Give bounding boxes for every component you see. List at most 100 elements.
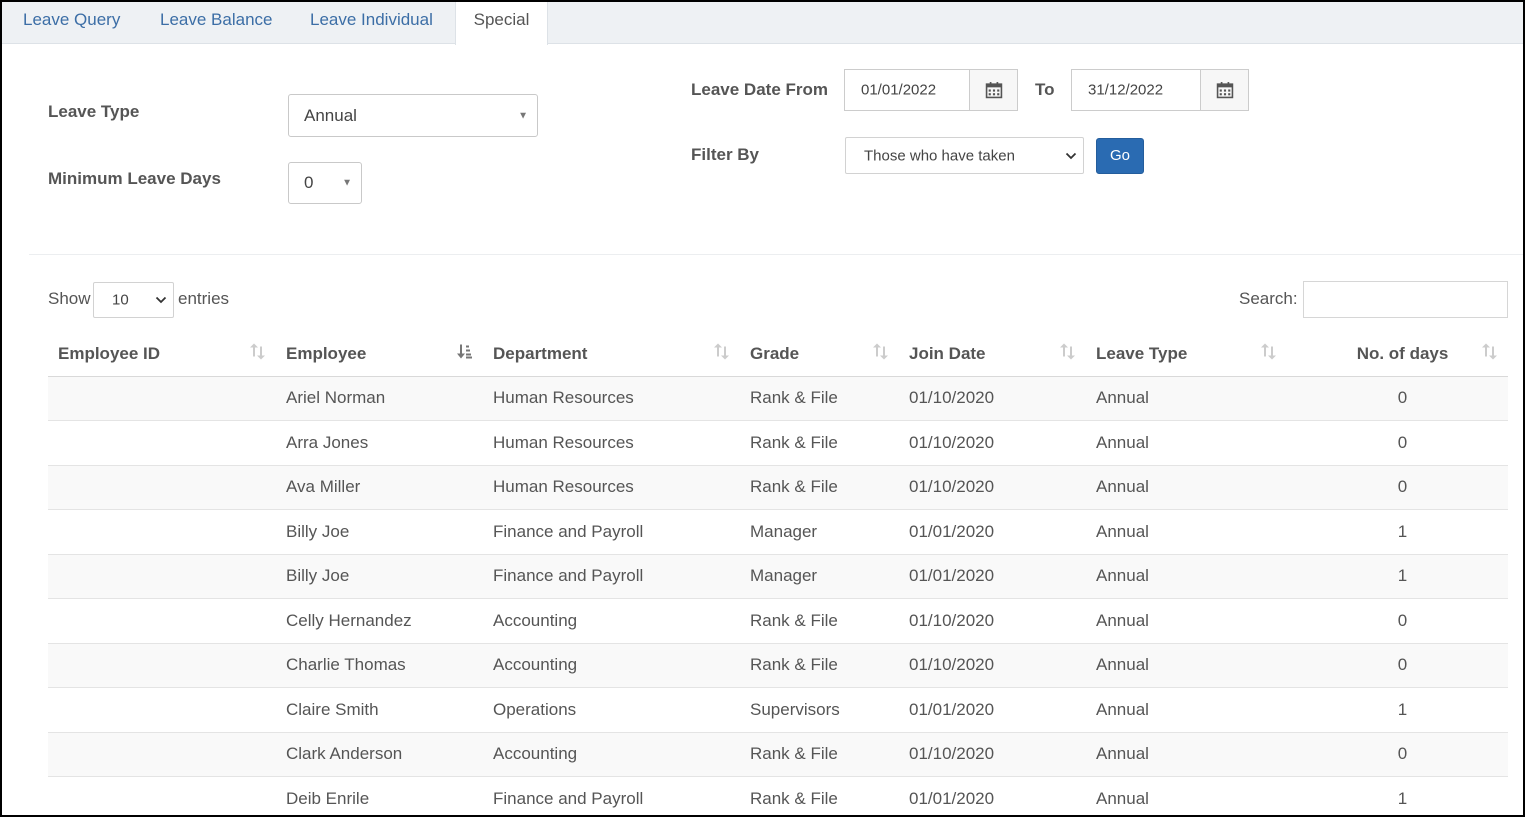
cell-no-of-days: 1 [1297, 509, 1508, 555]
cell-employee-id [48, 465, 276, 510]
col-header-employee[interactable]: Employee [276, 333, 483, 377]
cell-employee: Billy Joe [276, 509, 483, 555]
col-header-grade[interactable]: Grade [740, 333, 899, 377]
col-header-label: No. of days [1356, 344, 1449, 364]
cell-join-date: 01/10/2020 [899, 598, 1086, 644]
cell-grade: Rank & File [740, 465, 899, 510]
min-leave-days-value: 0 [304, 173, 314, 192]
sort-icon [873, 343, 889, 365]
cell-employee-id [48, 643, 276, 688]
date-to-label: To [1035, 80, 1055, 99]
col-header-label: Leave Type [1096, 344, 1188, 364]
cell-grade: Rank & File [740, 643, 899, 688]
date-from-calendar-button[interactable] [969, 69, 1018, 111]
cell-department: Accounting [483, 643, 740, 688]
col-header-label: Employee [286, 344, 367, 364]
sort-icon [714, 343, 730, 365]
search-input[interactable] [1303, 281, 1508, 318]
cell-leave-type: Annual [1086, 687, 1297, 733]
cell-no-of-days: 0 [1297, 420, 1508, 466]
sort-icon [250, 343, 266, 365]
cell-grade: Rank & File [740, 732, 899, 777]
table-row: Clark Anderson Accounting Rank & File 01… [48, 732, 1508, 777]
cell-grade: Rank & File [740, 776, 899, 815]
cell-employee: Celly Hernandez [276, 598, 483, 644]
table-row: Billy Joe Finance and Payroll Manager 01… [48, 554, 1508, 599]
leave-type-select[interactable]: Annual ▼ [288, 94, 538, 137]
col-header-label: Grade [750, 344, 800, 364]
sort-icon [1482, 343, 1498, 365]
leave-date-from-label: Leave Date From [691, 80, 828, 99]
cell-grade: Supervisors [740, 687, 899, 733]
cell-no-of-days: 0 [1297, 598, 1508, 644]
leave-type-label: Leave Type [48, 102, 140, 121]
section-divider [29, 254, 1523, 255]
cell-employee-id [48, 554, 276, 599]
cell-leave-type: Annual [1086, 776, 1297, 815]
cell-department: Human Resources [483, 376, 740, 421]
cell-join-date: 01/10/2020 [899, 643, 1086, 688]
calendar-icon [985, 82, 1002, 99]
cell-employee: Charlie Thomas [276, 643, 483, 688]
caret-down-icon: ▼ [518, 110, 528, 121]
cell-leave-type: Annual [1086, 598, 1297, 644]
employee-leave-table: Employee ID Employee Department Grade Jo… [48, 333, 1508, 815]
table-row: Claire Smith Operations Supervisors 01/0… [48, 687, 1508, 733]
date-from-input[interactable]: 01/01/2022 [844, 69, 970, 111]
col-header-join-date[interactable]: Join Date [899, 333, 1086, 377]
cell-no-of-days: 1 [1297, 554, 1508, 599]
col-header-label: Employee ID [58, 344, 161, 364]
filter-by-value: Those who have taken [864, 147, 1015, 164]
cell-employee: Deib Enrile [276, 776, 483, 815]
col-header-no-of-days[interactable]: No. of days [1297, 333, 1508, 377]
cell-no-of-days: 0 [1297, 643, 1508, 688]
tab-leave-query[interactable]: Leave Query [23, 2, 120, 44]
tab-bar: Leave Query Leave Balance Leave Individu… [2, 2, 1523, 45]
page-frame: Leave Query Leave Balance Leave Individu… [2, 2, 1523, 815]
tab-leave-balance[interactable]: Leave Balance [160, 2, 272, 44]
cell-employee: Ariel Norman [276, 376, 483, 421]
entries-select[interactable]: 10 [93, 282, 174, 318]
cell-employee: Clark Anderson [276, 732, 483, 777]
date-to-calendar-button[interactable] [1200, 69, 1249, 111]
col-header-department[interactable]: Department [483, 333, 740, 377]
table-row: Ariel Norman Human Resources Rank & File… [48, 376, 1508, 421]
cell-leave-type: Annual [1086, 643, 1297, 688]
table-row: Charlie Thomas Accounting Rank & File 01… [48, 643, 1508, 688]
cell-leave-type: Annual [1086, 554, 1297, 599]
min-leave-days-label: Minimum Leave Days [48, 169, 221, 188]
tab-leave-individual[interactable]: Leave Individual [310, 2, 433, 44]
cell-employee-id [48, 732, 276, 777]
cell-grade: Manager [740, 509, 899, 555]
table-row: Deib Enrile Finance and Payroll Rank & F… [48, 776, 1508, 815]
cell-join-date: 01/01/2020 [899, 509, 1086, 555]
sort-icon [1060, 343, 1076, 365]
cell-grade: Rank & File [740, 420, 899, 466]
tab-special[interactable]: Special [455, 2, 548, 45]
filter-by-select[interactable]: Those who have taken [845, 137, 1084, 174]
col-header-employee-id[interactable]: Employee ID [48, 333, 276, 377]
table-row: Celly Hernandez Accounting Rank & File 0… [48, 598, 1508, 644]
cell-department: Accounting [483, 598, 740, 644]
cell-department: Human Resources [483, 420, 740, 466]
col-header-label: Department [493, 344, 588, 364]
min-leave-days-select[interactable]: 0 ▼ [288, 162, 362, 204]
date-to-input[interactable]: 31/12/2022 [1071, 69, 1201, 111]
sort-ascending-icon [457, 344, 473, 365]
date-from-value: 01/01/2022 [861, 81, 937, 99]
cell-grade: Rank & File [740, 598, 899, 644]
cell-employee-id [48, 376, 276, 421]
leave-type-value: Annual [304, 105, 357, 125]
cell-no-of-days: 0 [1297, 465, 1508, 510]
cell-no-of-days: 1 [1297, 687, 1508, 733]
cell-department: Operations [483, 687, 740, 733]
cell-join-date: 01/01/2020 [899, 554, 1086, 599]
col-header-leave-type[interactable]: Leave Type [1086, 333, 1297, 377]
chevron-down-icon [155, 296, 167, 304]
cell-leave-type: Annual [1086, 509, 1297, 555]
search-label: Search: [1239, 289, 1298, 308]
cell-join-date: 01/01/2020 [899, 687, 1086, 733]
date-to-value: 31/12/2022 [1088, 81, 1164, 99]
go-button[interactable]: Go [1096, 138, 1144, 174]
cell-department: Finance and Payroll [483, 776, 740, 815]
